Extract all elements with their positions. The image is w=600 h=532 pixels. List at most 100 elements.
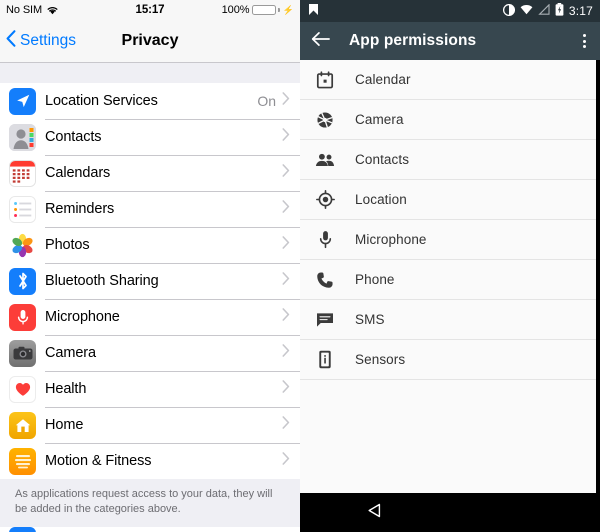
lightning-bolt-icon: ⚡ bbox=[282, 4, 294, 15]
heart-icon bbox=[9, 375, 36, 403]
android-status-bar: 3:17 bbox=[300, 0, 600, 22]
android-row-label: Sensors bbox=[355, 352, 406, 367]
phone-icon bbox=[314, 271, 336, 289]
motion-fitness-icon bbox=[9, 447, 36, 475]
ios-privacy-screen: No SIM 15:17 100% ⚡ Settings Privacy Loc… bbox=[0, 0, 300, 532]
message-icon bbox=[314, 312, 336, 328]
more-vert-icon[interactable] bbox=[577, 28, 592, 54]
android-permissions-list: Calendar Camera Contacts Location Microp… bbox=[300, 60, 600, 493]
ios-row-health[interactable]: Health bbox=[0, 371, 300, 407]
wifi-icon bbox=[520, 4, 533, 18]
microphone-icon bbox=[314, 230, 336, 249]
ios-row-contacts[interactable]: Contacts bbox=[0, 119, 300, 155]
chevron-right-icon bbox=[282, 128, 300, 146]
ios-row-label: Bluetooth Sharing bbox=[45, 273, 159, 289]
sensors-icon bbox=[314, 350, 336, 369]
do-not-disturb-icon bbox=[502, 3, 515, 19]
ios-row-motion-fitness[interactable]: Motion & Fitness bbox=[0, 443, 300, 479]
chevron-right-icon bbox=[282, 308, 300, 326]
calendar-icon bbox=[314, 70, 336, 89]
ios-privacy-list: Location Services On Contacts Calendars … bbox=[0, 83, 300, 479]
android-toolbar-title: App permissions bbox=[349, 32, 477, 49]
android-row-calendar[interactable]: Calendar bbox=[300, 60, 600, 100]
android-right-edge-strip bbox=[596, 60, 600, 493]
chevron-right-icon bbox=[282, 344, 300, 362]
ios-status-bar: No SIM 15:17 100% ⚡ bbox=[0, 0, 300, 20]
wifi-icon bbox=[46, 5, 59, 15]
photos-icon bbox=[9, 231, 36, 259]
ios-footer-note: As applications request access to your d… bbox=[0, 479, 300, 527]
ios-row-calendars[interactable]: Calendars bbox=[0, 155, 300, 191]
ios-status-left: No SIM bbox=[6, 4, 59, 16]
chevron-right-icon bbox=[282, 272, 300, 290]
android-navigation-bar bbox=[300, 493, 600, 532]
nav-back-triangle-icon[interactable] bbox=[366, 502, 383, 524]
back-button-label: Settings bbox=[20, 32, 77, 49]
android-row-microphone[interactable]: Microphone bbox=[300, 220, 600, 260]
contacts-icon bbox=[9, 123, 36, 151]
signal-none-icon bbox=[538, 3, 550, 18]
chevron-left-icon bbox=[6, 30, 20, 52]
arrow-back-icon[interactable] bbox=[311, 31, 330, 52]
ios-nav-bar: Settings Privacy bbox=[0, 20, 300, 63]
bookmark-notification-icon bbox=[308, 3, 319, 19]
android-row-label: Microphone bbox=[355, 232, 427, 247]
chevron-right-icon bbox=[282, 380, 300, 398]
back-to-settings-button[interactable]: Settings bbox=[0, 30, 76, 52]
ios-row-label: Contacts bbox=[45, 129, 102, 145]
ios-row-label: Photos bbox=[45, 237, 90, 253]
android-toolbar: App permissions bbox=[300, 22, 600, 60]
ios-row-photos[interactable]: Photos bbox=[0, 227, 300, 263]
android-clock: 3:17 bbox=[568, 4, 593, 18]
people-icon bbox=[314, 152, 336, 168]
camera-icon bbox=[9, 339, 36, 367]
battery-full-icon bbox=[252, 4, 280, 16]
home-icon bbox=[9, 411, 36, 439]
battery-charging-icon bbox=[555, 3, 564, 19]
microphone-icon bbox=[9, 303, 36, 331]
chevron-right-icon bbox=[282, 92, 300, 110]
chevron-right-icon bbox=[282, 236, 300, 254]
ios-row-bluetooth-sharing[interactable]: Bluetooth Sharing bbox=[0, 263, 300, 299]
dual-screenshot-root: No SIM 15:17 100% ⚡ Settings Privacy Loc… bbox=[0, 0, 600, 532]
ios-row-label: Home bbox=[45, 417, 84, 433]
android-row-location[interactable]: Location bbox=[300, 180, 600, 220]
android-row-sensors[interactable]: Sensors bbox=[300, 340, 600, 380]
reminders-icon bbox=[9, 195, 36, 223]
android-status-right: 3:17 bbox=[502, 3, 593, 19]
ios-carrier-label: No SIM bbox=[6, 4, 43, 16]
ios-status-right: 100% ⚡ bbox=[222, 4, 294, 16]
ios-row-label: Location Services bbox=[45, 93, 158, 109]
android-row-camera[interactable]: Camera bbox=[300, 100, 600, 140]
ios-row-label: Health bbox=[45, 381, 87, 397]
bluetooth-icon bbox=[9, 267, 36, 295]
chevron-right-icon bbox=[282, 200, 300, 218]
ios-row-reminders[interactable]: Reminders bbox=[0, 191, 300, 227]
chevron-right-icon bbox=[282, 452, 300, 470]
ios-row-home[interactable]: Home bbox=[0, 407, 300, 443]
chevron-right-icon bbox=[282, 416, 300, 434]
android-row-label: Camera bbox=[355, 112, 404, 127]
android-row-contacts[interactable]: Contacts bbox=[300, 140, 600, 180]
ios-battery-percent-label: 100% bbox=[221, 4, 250, 16]
ios-row-label: Reminders bbox=[45, 201, 115, 217]
ios-next-section-peek[interactable] bbox=[0, 526, 300, 532]
calendar-icon bbox=[9, 159, 36, 187]
android-row-label: Location bbox=[355, 192, 407, 207]
chevron-right-icon bbox=[282, 164, 300, 182]
ios-row-label: Camera bbox=[45, 345, 96, 361]
android-row-sms[interactable]: SMS bbox=[300, 300, 600, 340]
android-app-permissions-screen: 3:17 App permissions Calendar Camera Con… bbox=[300, 0, 600, 532]
android-row-phone[interactable]: Phone bbox=[300, 260, 600, 300]
ios-row-microphone[interactable]: Microphone bbox=[0, 299, 300, 335]
ios-row-location-services[interactable]: Location Services On bbox=[0, 83, 300, 119]
android-row-label: Phone bbox=[355, 272, 395, 287]
peek-app-icon bbox=[9, 526, 36, 532]
android-row-label: SMS bbox=[355, 312, 385, 327]
location-arrow-icon bbox=[9, 87, 36, 115]
ios-list-top-gap bbox=[0, 63, 300, 83]
ios-row-camera[interactable]: Camera bbox=[0, 335, 300, 371]
ios-row-label: Motion & Fitness bbox=[45, 453, 152, 469]
android-row-label: Contacts bbox=[355, 152, 410, 167]
ios-row-value: On bbox=[257, 93, 276, 109]
